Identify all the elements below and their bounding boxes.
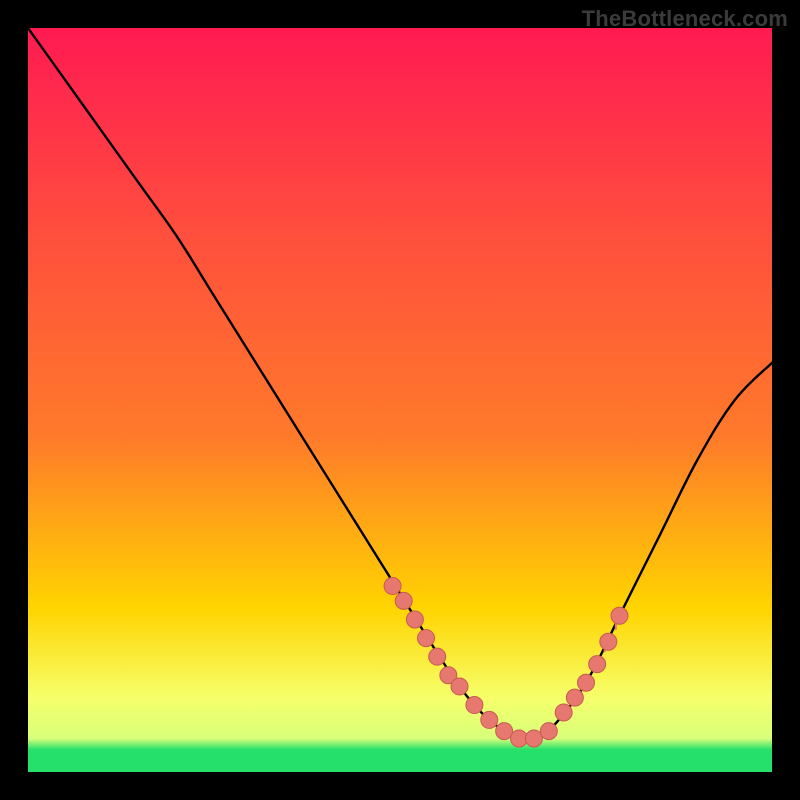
marker-dot (540, 723, 557, 740)
watermark-text: TheBottleneck.com (582, 6, 788, 32)
marker-dot (395, 592, 412, 609)
chart-stage: TheBottleneck.com (0, 0, 800, 800)
marker-dot (611, 607, 628, 624)
marker-dot (496, 723, 513, 740)
marker-dots (384, 578, 628, 748)
marker-dot (555, 704, 572, 721)
marker-dot (589, 656, 606, 673)
bottleneck-curve (28, 28, 772, 740)
marker-dot (429, 648, 446, 665)
plot-area (28, 28, 772, 772)
marker-dot (578, 674, 595, 691)
marker-dot (418, 630, 435, 647)
marker-dot (466, 697, 483, 714)
marker-dot (451, 678, 468, 695)
marker-dot (566, 689, 583, 706)
curve-layer (28, 28, 772, 772)
marker-dot (525, 730, 542, 747)
marker-dot (384, 578, 401, 595)
marker-dot (600, 633, 617, 650)
marker-dot (481, 711, 498, 728)
marker-dot (406, 611, 423, 628)
